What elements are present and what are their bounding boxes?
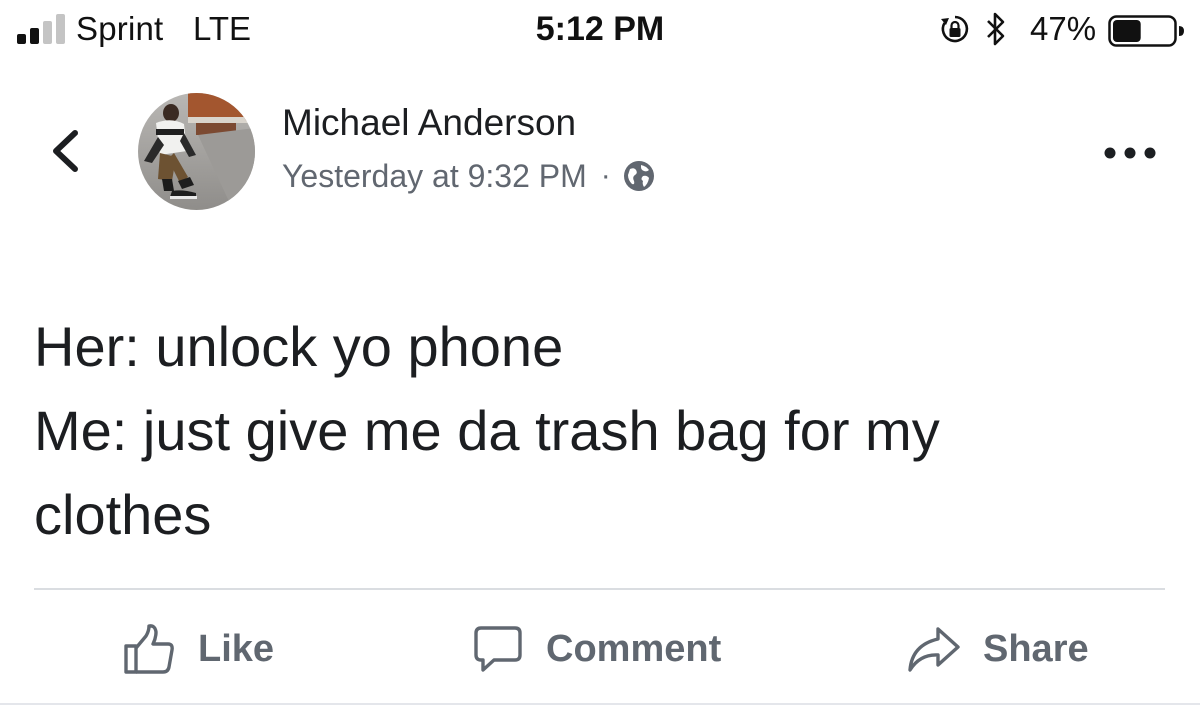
post-timestamp[interactable]: Yesterday at 9:32 PM [282, 158, 587, 195]
back-chevron-icon[interactable] [48, 128, 82, 174]
thumbs-up-icon [124, 624, 174, 674]
meta-separator: · [600, 159, 611, 192]
comment-button[interactable]: Comment [472, 620, 721, 678]
status-clock: 5:12 PM [535, 10, 665, 48]
globe-icon[interactable] [623, 160, 655, 192]
share-arrow-icon [908, 627, 960, 672]
actions-divider [34, 588, 1165, 590]
share-button[interactable]: Share [907, 620, 1089, 678]
status-bar: Sprint LTE 5:12 PM 47% [0, 0, 1200, 64]
share-label: Share [983, 627, 1089, 670]
like-label: Like [198, 627, 275, 670]
post-text-line: Me: just give me da trash bag for my [34, 399, 940, 462]
post-text: Her: unlock yo phone Me: just give me da… [34, 305, 1164, 557]
more-options-icon[interactable] [1103, 143, 1157, 163]
post-meta: Yesterday at 9:32 PM · [282, 155, 655, 197]
comment-bubble-icon [474, 626, 522, 672]
orientation-lock-icon [941, 15, 969, 43]
post-text-line: Her: unlock yo phone [34, 315, 564, 378]
avatar-photo [138, 93, 255, 210]
post-author-name[interactable]: Michael Anderson [282, 102, 576, 144]
post-text-line: clothes [34, 483, 212, 546]
bottom-divider [0, 703, 1200, 705]
bluetooth-icon [987, 12, 1005, 46]
comment-label: Comment [546, 627, 722, 670]
avatar[interactable] [138, 93, 255, 210]
battery-icon [1108, 15, 1184, 47]
like-button[interactable]: Like [122, 620, 274, 678]
battery-percent: 47% [1030, 10, 1097, 47]
